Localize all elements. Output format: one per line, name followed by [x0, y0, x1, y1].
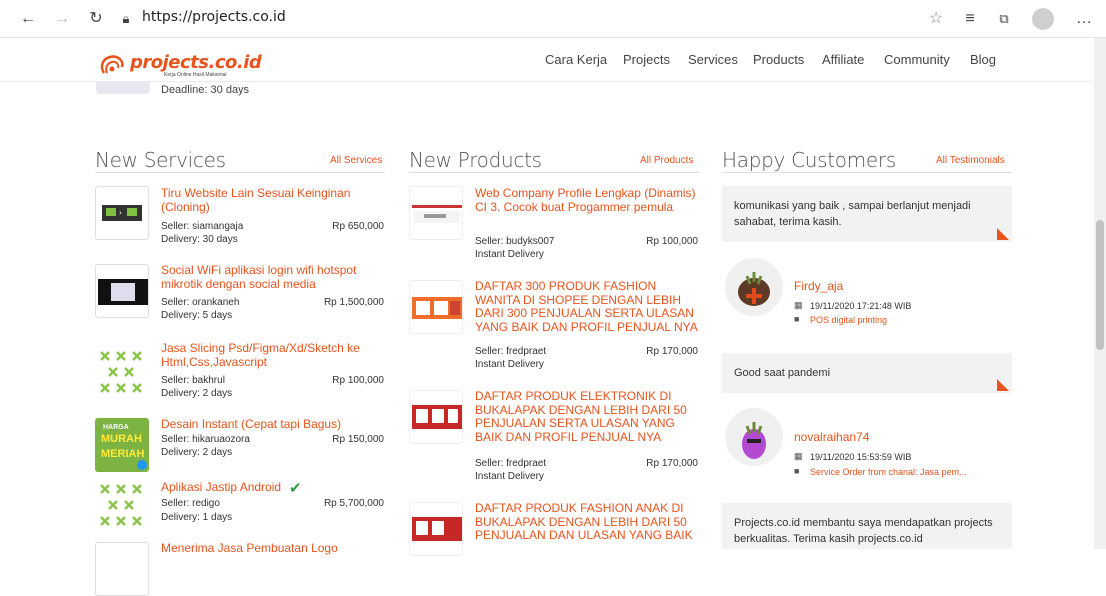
divider — [722, 172, 1012, 173]
testimonial-text: Projects.co.id membantu saya mendapatkan… — [734, 517, 993, 545]
nav-cara-kerja[interactable]: Cara Kerja — [545, 52, 607, 67]
product-delivery: Instant Delivery — [475, 471, 544, 482]
service-seller: Seller: redigo — [161, 498, 220, 509]
briefcase-icon: ■ — [794, 314, 800, 324]
product-thumbnail[interactable] — [409, 280, 463, 334]
service-thumbnail[interactable] — [95, 342, 149, 396]
all-services-link[interactable]: All Services — [330, 155, 382, 166]
product-price: Rp 170,000 — [646, 346, 698, 357]
service-price: Rp 650,000 — [332, 221, 384, 232]
favorite-star-icon[interactable]: ☆ — [926, 9, 946, 29]
divider — [409, 172, 699, 173]
customer-name[interactable]: Firdy_aja — [794, 279, 843, 293]
nav-products[interactable]: Products — [753, 52, 804, 67]
browser-toolbar: ← → ↻ 🔒︎ https://projects.co.id ☆ ≡ ⧉ … — [0, 0, 1106, 38]
service-title[interactable]: Jasa Slicing Psd/Figma/Xd/Sketch ke Html… — [161, 341, 381, 369]
collections-icon[interactable]: ⧉ — [994, 9, 1014, 29]
calendar-icon: ▦ — [794, 300, 803, 310]
service-seller: Seller: bakhrul — [161, 375, 225, 386]
page-scrollbar[interactable] — [1094, 38, 1106, 549]
speech-pointer-icon — [997, 379, 1009, 391]
service-title[interactable]: Desain Instant (Cepat tapi Bagus) — [161, 417, 383, 432]
nav-blog[interactable]: Blog — [970, 52, 996, 67]
product-seller: Seller: fredpraet — [475, 346, 547, 357]
nav-community[interactable]: Community — [884, 52, 950, 67]
service-title[interactable]: Aplikasi Jastip Android — [161, 480, 281, 495]
nav-projects[interactable]: Projects — [623, 52, 670, 67]
new-services-title: New Services — [95, 148, 226, 172]
service-thumbnail[interactable] — [95, 542, 149, 596]
testimonial-date: 19/11/2020 15:53:59 WIB — [810, 452, 912, 462]
previous-item-deadline: Deadline: 30 days — [161, 84, 250, 96]
logo-icon[interactable] — [98, 53, 126, 77]
product-price: Rp 170,000 — [646, 458, 698, 469]
service-price: Rp 150,000 — [332, 434, 384, 445]
briefcase-icon: ■ — [794, 466, 800, 476]
service-thumbnail[interactable]: › — [95, 186, 149, 240]
product-thumbnail[interactable] — [409, 390, 463, 444]
product-title[interactable]: Web Company Profile Lengkap (Dinamis) CI… — [475, 186, 700, 214]
service-title[interactable]: Tiru Website Lain Sesuai Keinginan (Clon… — [161, 186, 383, 214]
product-title[interactable]: DAFTAR PRODUK ELEKTRONIK DI BUKALAPAK DE… — [475, 389, 700, 444]
product-thumbnail[interactable] — [409, 502, 463, 556]
nav-affiliate[interactable]: Affiliate — [822, 52, 864, 67]
more-menu-icon[interactable]: … — [1074, 9, 1094, 29]
scrollbar-thumb[interactable] — [1096, 220, 1104, 350]
avatar[interactable] — [725, 258, 783, 316]
forward-icon[interactable]: → — [52, 9, 72, 29]
service-delivery: Delivery: 1 days — [161, 512, 233, 523]
profile-avatar[interactable] — [1032, 8, 1054, 30]
lock-icon[interactable]: 🔒︎ — [116, 9, 136, 29]
avatar[interactable] — [725, 408, 783, 466]
service-seller: Seller: orankaneh — [161, 297, 240, 308]
testimonial-service-link[interactable]: Service Order from chanal: Jasa pem... — [810, 467, 967, 477]
service-title[interactable]: Social WiFi aplikasi login wifi hotspot … — [161, 263, 391, 291]
previous-item-thumbnail[interactable] — [96, 82, 150, 94]
testimonial-card: Projects.co.id membantu saya mendapatkan… — [722, 503, 1012, 549]
product-seller: Seller: budyks007 — [475, 236, 555, 247]
service-seller: Seller: hikaruaozora — [161, 434, 250, 445]
product-title[interactable]: DAFTAR 300 PRODUK FASHION WANITA DI SHOP… — [475, 279, 700, 334]
product-price: Rp 100,000 — [646, 236, 698, 247]
product-thumbnail[interactable] — [409, 186, 463, 240]
logo-text[interactable]: projects.co.id — [130, 52, 262, 73]
service-thumbnail[interactable]: HARGA MURAH MERIAH — [95, 418, 149, 472]
service-delivery: Delivery: 2 days — [161, 388, 233, 399]
nav-services[interactable]: Services — [688, 52, 738, 67]
service-price: Rp 100,000 — [332, 375, 384, 386]
service-price: Rp 5,700,000 — [323, 498, 384, 509]
back-icon[interactable]: ← — [18, 9, 38, 29]
calendar-icon: ▦ — [794, 451, 803, 461]
testimonial-text: komunikasi yang baik , sampai berlanjut … — [734, 200, 971, 228]
new-products-title: New Products — [409, 148, 542, 172]
product-delivery: Instant Delivery — [475, 249, 544, 260]
logo-tagline: Kerja Online Hasil Maksimal — [164, 72, 227, 78]
divider — [95, 172, 385, 173]
address-bar[interactable]: https://projects.co.id — [142, 9, 286, 25]
product-title[interactable]: DAFTAR PRODUK FASHION ANAK DI BUKALAPAK … — [475, 501, 700, 543]
product-delivery: Instant Delivery — [475, 359, 544, 370]
service-thumbnail[interactable] — [95, 479, 149, 533]
verified-check-icon: ✔ — [289, 480, 302, 497]
testimonial-text: Good saat pandemi — [734, 367, 831, 379]
testimonial-date: 19/11/2020 17:21:48 WIB — [810, 301, 912, 311]
customer-name[interactable]: novalraihan74 — [794, 430, 869, 444]
service-seller: Seller: siamangaja — [161, 221, 244, 232]
favorites-list-icon[interactable]: ≡ — [960, 9, 980, 29]
service-thumbnail[interactable] — [95, 264, 149, 318]
testimonial-card: komunikasi yang baik , sampai berlanjut … — [722, 186, 1012, 242]
speech-pointer-icon — [997, 228, 1009, 240]
service-price: Rp 1,500,000 — [323, 297, 384, 308]
testimonial-service-link[interactable]: POS digital printing — [810, 315, 887, 325]
service-delivery: Delivery: 30 days — [161, 234, 238, 245]
product-seller: Seller: fredpraet — [475, 458, 547, 469]
refresh-icon[interactable]: ↻ — [86, 9, 106, 29]
service-delivery: Delivery: 5 days — [161, 310, 233, 321]
testimonial-card: Good saat pandemi — [722, 353, 1012, 393]
service-delivery: Delivery: 2 days — [161, 447, 233, 458]
all-products-link[interactable]: All Products — [640, 155, 693, 166]
happy-customers-title: Happy Customers — [722, 148, 896, 172]
all-testimonials-link[interactable]: All Testimonials — [936, 155, 1005, 166]
